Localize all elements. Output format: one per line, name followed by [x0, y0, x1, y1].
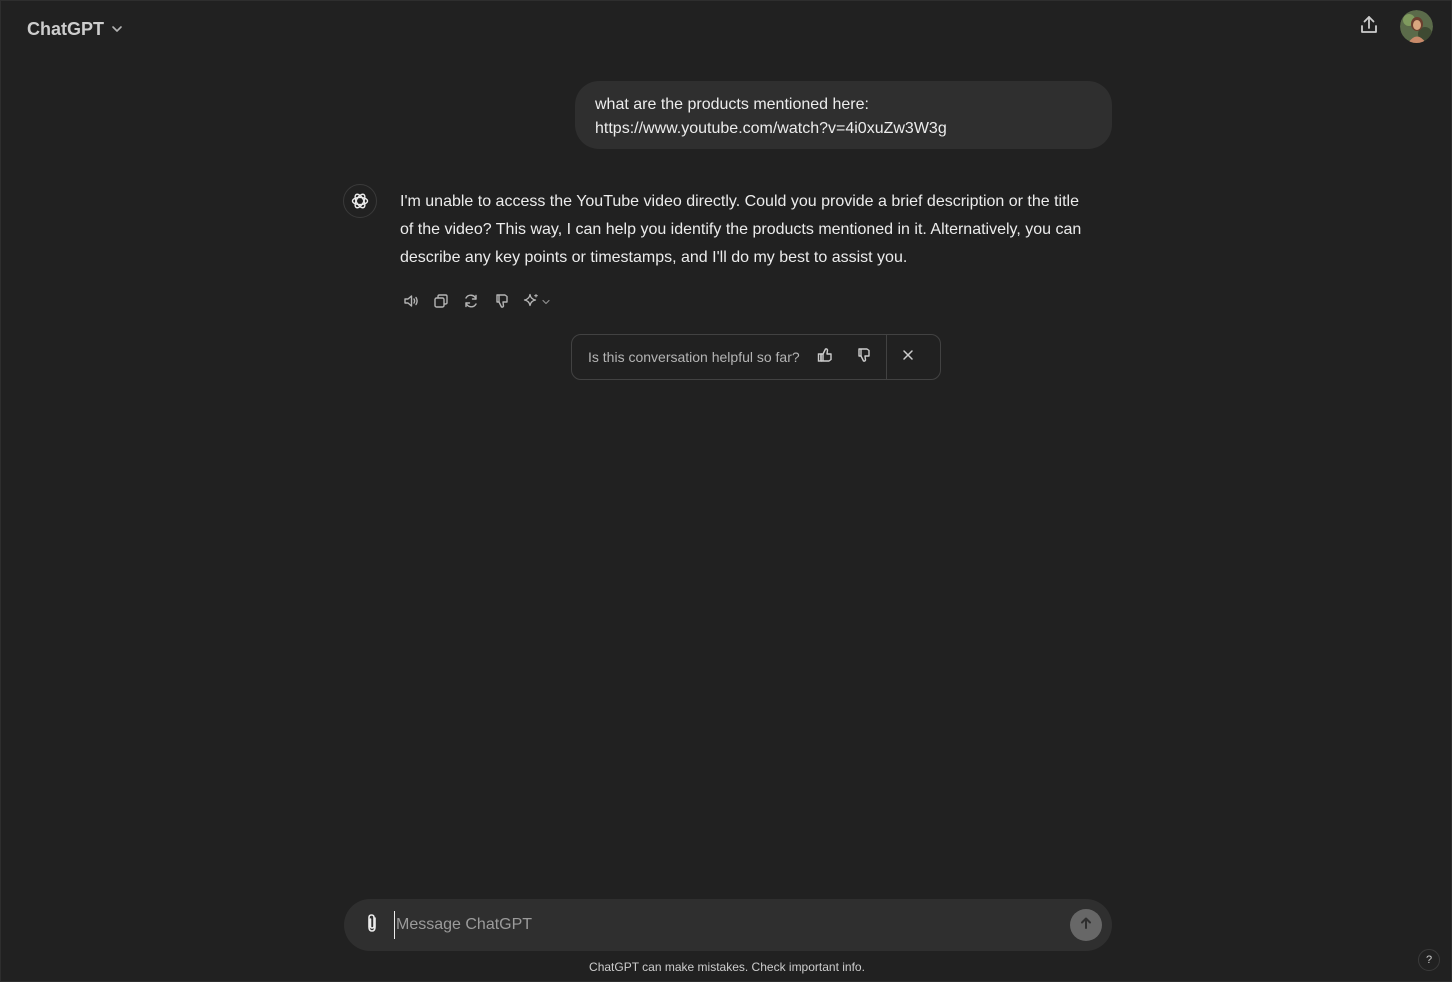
conversation-feedback: Is this conversation helpful so far?: [571, 334, 941, 380]
arrow-up-icon: [1078, 915, 1094, 936]
user-message-line: what are the products mentioned here:: [595, 96, 869, 113]
thumbs-down-icon: [854, 346, 872, 369]
chevron-down-icon: [110, 22, 124, 36]
close-feedback-button[interactable]: [893, 342, 923, 372]
read-aloud-button[interactable]: [400, 292, 422, 314]
message-actions: [400, 291, 554, 315]
assistant-message: I'm unable to access the YouTube video d…: [400, 188, 1112, 272]
assistant-message-line: I'm unable to access the YouTube video d…: [400, 193, 1079, 210]
chat-window: ChatGPT what are the products mentioned …: [0, 0, 1452, 982]
message-composer: [344, 899, 1112, 951]
change-model-button[interactable]: [520, 292, 554, 314]
regenerate-button[interactable]: [460, 292, 482, 314]
regenerate-icon: [462, 292, 480, 315]
send-button[interactable]: [1070, 909, 1102, 941]
copy-icon: [432, 292, 450, 315]
assistant-message-line: describe any key points or timestamps, a…: [400, 249, 908, 266]
disclaimer: ChatGPT can make mistakes. Check importa…: [589, 960, 865, 974]
feedback-question: Is this conversation helpful so far?: [588, 349, 800, 365]
attach-button[interactable]: [358, 911, 386, 939]
copy-button[interactable]: [430, 292, 452, 314]
thumbs-up-button[interactable]: [810, 342, 840, 372]
message-input[interactable]: [394, 911, 1054, 939]
thumbs-down-icon: [492, 292, 510, 315]
model-selector[interactable]: ChatGPT: [17, 13, 134, 45]
thumbs-up-icon: [816, 346, 834, 369]
user-avatar[interactable]: [1400, 10, 1433, 43]
share-icon: [1358, 14, 1380, 41]
paperclip-icon: [362, 912, 382, 939]
sparkle-icon: [523, 293, 539, 314]
read-aloud-icon: [402, 292, 420, 315]
user-message-line: https://www.youtube.com/watch?v=4i0xuZw3…: [595, 120, 947, 137]
close-icon: [901, 348, 915, 367]
thumbs-down-button[interactable]: [848, 342, 878, 372]
openai-logo-icon: [343, 184, 377, 218]
model-label: ChatGPT: [27, 18, 105, 39]
help-button[interactable]: ?: [1418, 949, 1440, 971]
user-message-bubble: what are the products mentioned here: ht…: [575, 81, 1112, 149]
bad-response-button[interactable]: [490, 292, 512, 314]
chevron-down-icon: [541, 294, 551, 312]
assistant-message-line: of the video? This way, I can help you i…: [400, 221, 1082, 238]
share-button[interactable]: [1353, 11, 1385, 43]
divider: [885, 334, 887, 380]
